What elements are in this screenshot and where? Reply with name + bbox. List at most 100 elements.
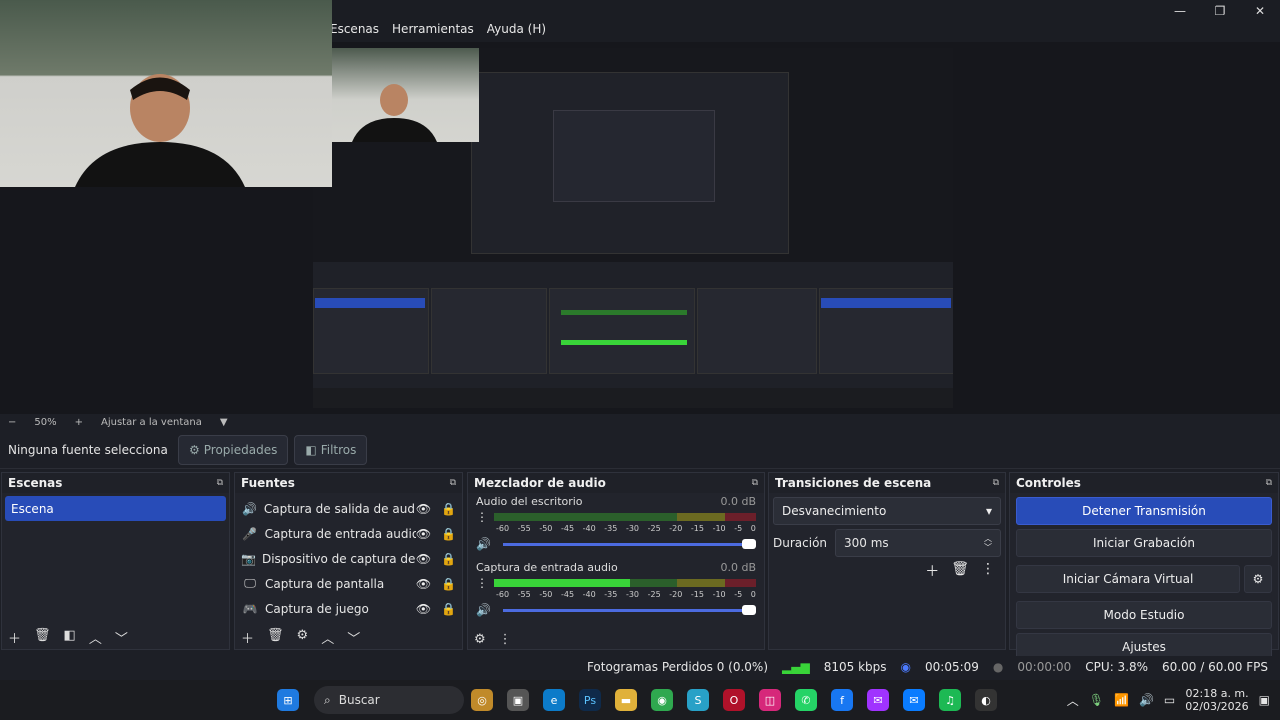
- eye-icon[interactable]: 👁: [416, 577, 431, 591]
- trash-icon[interactable]: 🗑: [267, 628, 284, 647]
- whatsapp-icon[interactable]: ✆: [795, 689, 817, 711]
- facebook-icon[interactable]: f: [831, 689, 853, 711]
- add-icon[interactable]: ＋: [8, 628, 21, 647]
- speaker-icon[interactable]: 🔊: [476, 603, 491, 617]
- down-arrow-icon[interactable]: ﹀: [347, 628, 360, 647]
- mixer-channels: Audio del escritorio 0.0 dB ⋮ -60 -55 -50 -45-…: [468, 493, 764, 617]
- trash-icon[interactable]: 🗑: [951, 561, 969, 581]
- search-icon: ⌕: [324, 692, 331, 707]
- popout-icon[interactable]: ⧉: [752, 478, 758, 488]
- eye-icon[interactable]: 👁: [416, 602, 431, 616]
- advanced-audio-icon[interactable]: ⚙: [474, 632, 486, 647]
- up-arrow-icon[interactable]: ︿: [321, 628, 334, 647]
- minimize-button[interactable]: —: [1160, 2, 1200, 20]
- start-virtual-camera-button[interactable]: Iniciar Cámara Virtual: [1016, 565, 1240, 593]
- filters-button[interactable]: ◧ Filtros: [294, 435, 368, 465]
- system-tray: ︿ 🎙 📶 🔊 ▭ 02:18 a. m. 02/03/2026 ▣: [1067, 687, 1280, 713]
- volume-slider[interactable]: [502, 538, 756, 549]
- meter-scale: -60 -55 -50 -45 -40 -35 -30 -25 -20 -15 -10 -5 0: [496, 524, 756, 533]
- menu-dots-icon[interactable]: ⋮: [499, 632, 512, 647]
- close-button[interactable]: ✕: [1240, 2, 1280, 20]
- menu-dots-icon[interactable]: ⋮: [476, 510, 488, 524]
- maximize-button[interactable]: ❐: [1200, 2, 1240, 20]
- properties-button[interactable]: ⚙ Propiedades: [178, 435, 289, 465]
- scene-item[interactable]: Escena: [5, 496, 226, 521]
- add-icon[interactable]: ＋: [241, 628, 254, 647]
- menu-herramientas[interactable]: Herramientas: [392, 22, 474, 36]
- stop-streaming-button[interactable]: Detener Transmisión: [1016, 497, 1272, 525]
- meter-scale-label: -20: [669, 590, 683, 599]
- gear-icon[interactable]: ⚙: [297, 628, 309, 647]
- speaker-icon[interactable]: 🔊: [476, 537, 491, 551]
- meter-scale-label: -60: [496, 524, 510, 533]
- eye-icon[interactable]: 👁: [416, 527, 431, 541]
- photoshop-icon[interactable]: Ps: [579, 689, 601, 711]
- popout-icon[interactable]: ⧉: [450, 478, 456, 488]
- app-s-icon[interactable]: S: [687, 689, 709, 711]
- scenes-dock: Escenas ⧉ Escena ＋ 🗑 ◧ ︿ ﹀: [1, 472, 230, 650]
- battery-icon[interactable]: ▭: [1164, 693, 1175, 707]
- volume-slider[interactable]: [502, 604, 756, 615]
- source-item[interactable]: 🎮 Captura de juego 👁 🔒: [235, 596, 462, 621]
- monitor-icon: 🖵: [244, 576, 256, 590]
- lock-icon[interactable]: 🔒: [441, 602, 456, 616]
- eye-icon[interactable]: 👁: [416, 502, 431, 516]
- start-recording-button[interactable]: Iniciar Grabación: [1016, 529, 1272, 557]
- notification-icon[interactable]: ▣: [1259, 693, 1270, 707]
- transition-select[interactable]: Desvanecimiento ▾: [773, 497, 1001, 525]
- slider-knob[interactable]: [742, 604, 756, 615]
- trash-icon[interactable]: 🗑: [34, 628, 51, 647]
- lock-icon[interactable]: 🔒: [441, 552, 456, 566]
- duration-spinbox[interactable]: 300 ms ︿ ﹀: [835, 529, 1001, 557]
- zoom-in-button[interactable]: +: [75, 417, 83, 428]
- studio-mode-button[interactable]: Modo Estudio: [1016, 601, 1272, 629]
- source-item[interactable]: 📷 Dispositivo de captura de video👁 🔒: [235, 546, 462, 571]
- edge-icon[interactable]: e: [543, 689, 565, 711]
- sources-list: 🔊 Captura de salida de audio 👁 🔒 🎤 Captura de…: [235, 496, 462, 621]
- virtual-camera-settings-button[interactable]: ⚙: [1244, 565, 1272, 593]
- channel-name: Audio del escritorio: [476, 495, 583, 508]
- clock[interactable]: 02:18 a. m. 02/03/2026: [1185, 687, 1248, 713]
- spotify-icon[interactable]: ♫: [939, 689, 961, 711]
- popout-icon[interactable]: ⧉: [993, 478, 999, 488]
- task-view-icon[interactable]: ▣: [507, 689, 529, 711]
- filter-icon[interactable]: ◧: [64, 628, 76, 647]
- up-arrow-icon[interactable]: ︿: [89, 628, 102, 647]
- menu-ayuda[interactable]: Ayuda (H): [487, 22, 546, 36]
- lock-icon[interactable]: 🔒: [441, 527, 456, 541]
- taskbar-search[interactable]: ⌕ Buscar: [314, 686, 464, 714]
- gear-icon: ⚙: [189, 443, 200, 457]
- zoom-dropdown-icon[interactable]: ▼: [220, 417, 228, 428]
- source-item[interactable]: 🖵 Captura de pantalla 👁 🔒: [235, 571, 462, 596]
- eye-icon[interactable]: 👁: [416, 552, 431, 566]
- popout-icon[interactable]: ⧉: [217, 478, 223, 488]
- wifi-icon[interactable]: 📶: [1114, 693, 1129, 707]
- menu-dots-icon[interactable]: ⋮: [981, 561, 995, 581]
- spinner-arrows-icon[interactable]: ︿ ﹀: [984, 534, 992, 552]
- instagram-icon[interactable]: ◫: [759, 689, 781, 711]
- opera-icon[interactable]: O: [723, 689, 745, 711]
- down-arrow-icon[interactable]: ﹀: [115, 628, 128, 647]
- lock-icon[interactable]: 🔒: [441, 577, 456, 591]
- popout-icon[interactable]: ⧉: [1266, 478, 1272, 488]
- obs-icon[interactable]: ◐: [975, 689, 997, 711]
- windows-start-icon[interactable]: ⊞: [277, 689, 299, 711]
- zoom-out-button[interactable]: −: [8, 417, 16, 428]
- volume-icon[interactable]: 🔊: [1139, 693, 1154, 707]
- microphone-icon[interactable]: 🎙: [1089, 693, 1104, 707]
- chevron-up-icon[interactable]: ︿: [1067, 692, 1079, 709]
- messenger-2-icon[interactable]: ✉: [903, 689, 925, 711]
- slider-knob[interactable]: [742, 538, 756, 549]
- messenger-icon[interactable]: ✉: [867, 689, 889, 711]
- zoom-fit[interactable]: Ajustar a la ventana: [101, 417, 202, 428]
- chrome-icon[interactable]: ◉: [651, 689, 673, 711]
- menu-escenas[interactable]: Escenas: [330, 22, 379, 36]
- menu-dots-icon[interactable]: ⋮: [476, 576, 488, 590]
- copilot-icon[interactable]: ◎: [471, 689, 493, 711]
- add-icon[interactable]: ＋: [925, 561, 939, 581]
- source-item[interactable]: 🎤 Captura de entrada audio 👁 🔒: [235, 521, 462, 546]
- source-item[interactable]: 🔊 Captura de salida de audio 👁 🔒: [235, 496, 462, 521]
- lock-icon[interactable]: 🔒: [441, 502, 456, 516]
- meter-scale-label: -45: [560, 590, 575, 599]
- file-explorer-icon[interactable]: ▬: [615, 689, 637, 711]
